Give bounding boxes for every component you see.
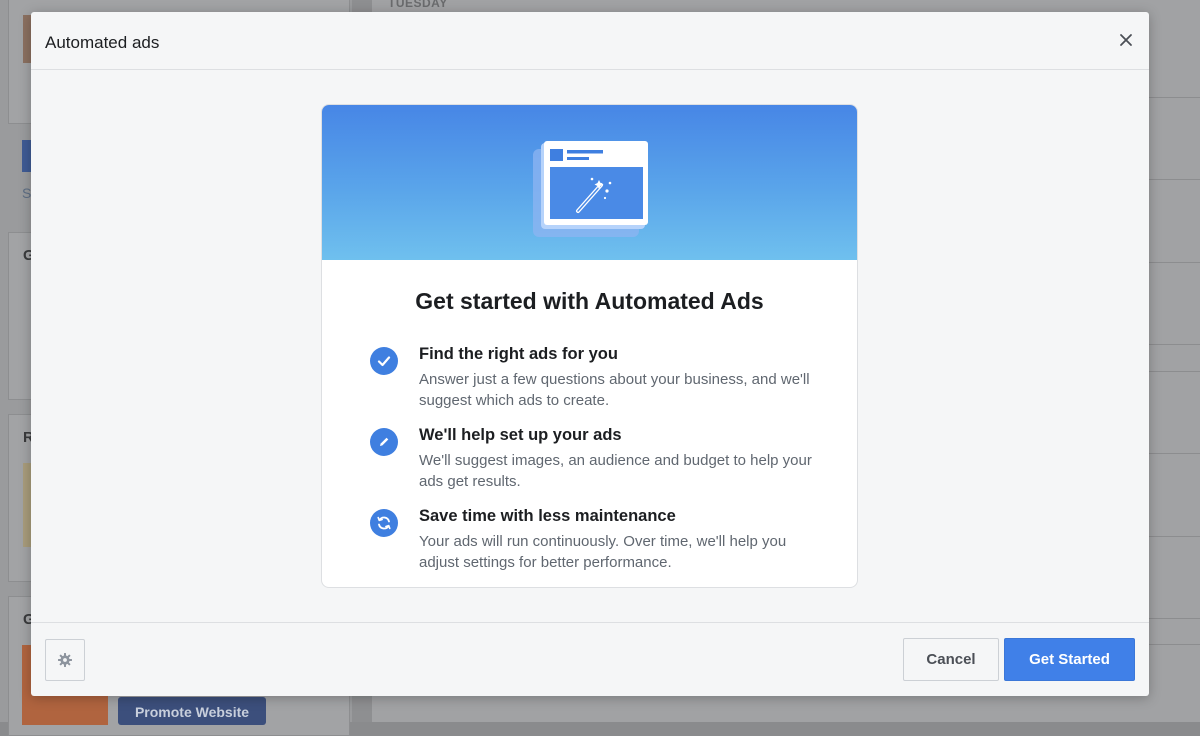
browser-magic-wand-illustration	[533, 141, 648, 237]
background-divider	[1148, 618, 1200, 619]
card-heading: Get started with Automated Ads	[415, 288, 764, 314]
background-divider	[1148, 179, 1200, 180]
checkmark-icon	[370, 347, 398, 375]
dialog-body: Get started with Automated Ads Find the …	[31, 70, 1149, 622]
dialog-header: Automated ads	[31, 12, 1149, 70]
background-divider	[1148, 371, 1200, 372]
background-day-label: TUESDAY	[388, 0, 448, 10]
feature-description: Answer just a few questions about your b…	[419, 371, 810, 409]
feature-description: Your ads will run continuously. Over tim…	[419, 533, 787, 571]
background-divider	[1148, 262, 1200, 263]
intro-card: Get started with Automated Ads Find the …	[321, 104, 858, 588]
automated-ads-dialog: Automated ads Get started with Automated…	[31, 12, 1149, 696]
get-started-button[interactable]: Get Started	[1004, 638, 1135, 681]
close-icon	[1120, 34, 1132, 46]
refresh-icon	[370, 509, 398, 537]
feature-description: We'll suggest images, an audience and bu…	[419, 452, 812, 490]
feature-title: Find the right ads for you	[419, 345, 618, 363]
pencil-icon	[370, 428, 398, 456]
gear-icon	[58, 653, 72, 667]
promote-website-button[interactable]: Promote Website	[118, 697, 266, 725]
dialog-title: Automated ads	[45, 33, 160, 52]
close-button[interactable]	[1117, 31, 1135, 49]
dialog-footer: Cancel Get Started	[31, 622, 1149, 696]
background-text: S	[22, 185, 32, 201]
hero-banner	[322, 105, 857, 260]
background-divider	[1148, 97, 1200, 98]
background-divider	[1148, 344, 1200, 345]
cancel-button[interactable]: Cancel	[903, 638, 999, 681]
background-divider	[1148, 644, 1200, 645]
feature-title: Save time with less maintenance	[419, 507, 676, 525]
background-divider	[1148, 536, 1200, 537]
settings-button[interactable]	[45, 639, 85, 681]
feature-title: We'll help set up your ads	[419, 426, 622, 444]
background-divider	[1148, 453, 1200, 454]
